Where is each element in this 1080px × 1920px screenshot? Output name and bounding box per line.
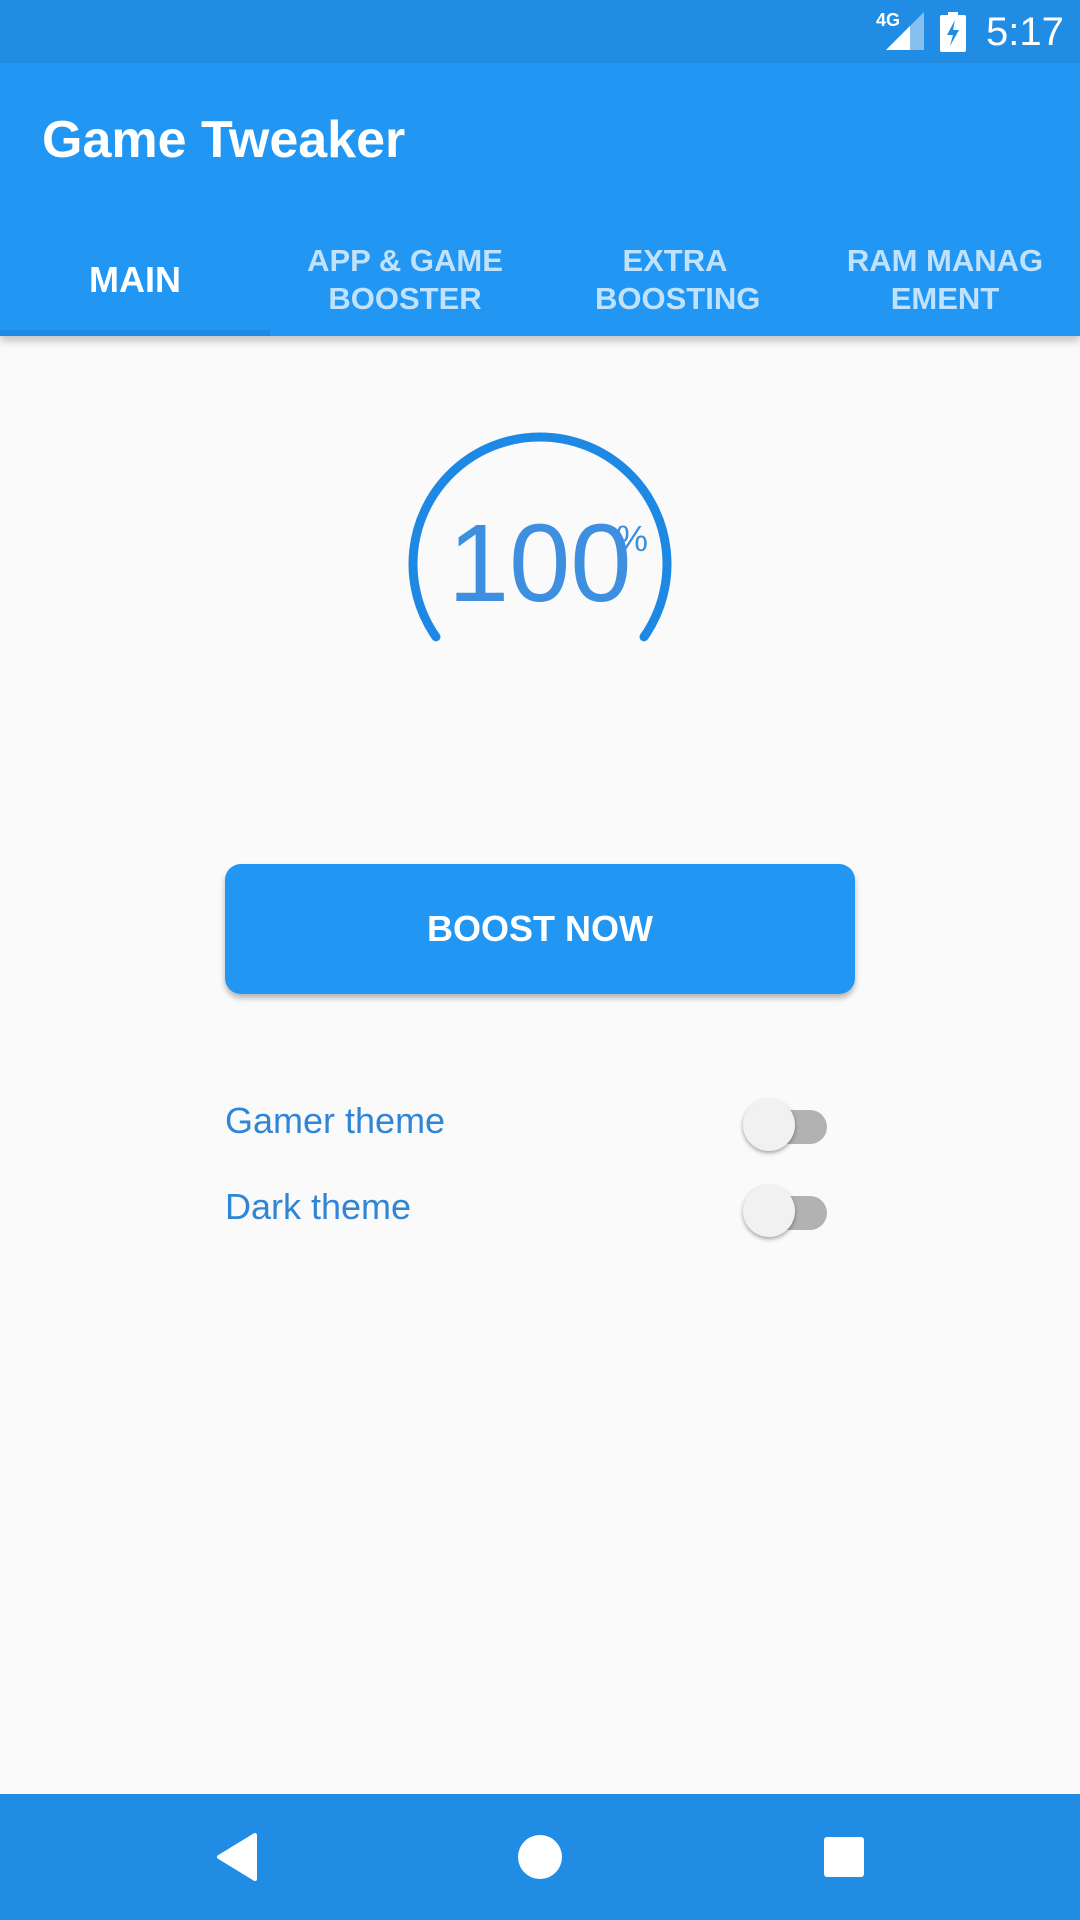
switch-thumb xyxy=(743,1185,795,1237)
tab-app-game-booster[interactable]: APP & GAME BOOSTER xyxy=(270,223,540,336)
app-bar: Game Tweaker MAIN APP & GAME BOOSTER EXT… xyxy=(0,63,1080,336)
signal-icon xyxy=(886,12,924,50)
app-title: Game Tweaker xyxy=(42,111,406,169)
boost-now-button[interactable]: BOOST NOW xyxy=(225,864,855,994)
gamer-theme-setting: Gamer theme xyxy=(225,1088,827,1158)
active-tab-indicator xyxy=(0,330,270,336)
battery-charging-icon xyxy=(940,12,966,52)
home-icon[interactable] xyxy=(510,1827,570,1887)
tab-ram-management[interactable]: RAM MANAG EMENT xyxy=(810,223,1080,336)
tab-bar: MAIN APP & GAME BOOSTER EXTRA BOOSTING R… xyxy=(0,223,1080,336)
tab-app-game-booster-label: APP & GAME BOOSTER xyxy=(307,242,503,316)
recents-icon[interactable] xyxy=(814,1827,874,1887)
clock: 5:17 xyxy=(986,10,1064,54)
tab-extra-boosting[interactable]: EXTRA BOOSTING xyxy=(540,223,810,336)
gamer-theme-switch[interactable] xyxy=(743,1096,827,1151)
back-icon[interactable] xyxy=(207,1827,267,1887)
tab-main[interactable]: MAIN xyxy=(0,223,270,336)
gauge-value: 100 xyxy=(448,502,632,625)
dark-theme-switch[interactable] xyxy=(743,1182,827,1237)
switch-thumb xyxy=(743,1099,795,1151)
tab-ram-management-label: RAM MANAG EMENT xyxy=(846,242,1044,316)
navigation-bar xyxy=(0,1794,1080,1920)
tab-extra-boosting-label: EXTRA BOOSTING xyxy=(595,242,761,316)
gauge-unit: % xyxy=(616,518,649,559)
dark-theme-label: Dark theme xyxy=(225,1186,412,1227)
dark-theme-setting: Dark theme xyxy=(225,1174,827,1244)
status-bar: 4G 5:17 xyxy=(0,0,1080,63)
tab-main-label: MAIN xyxy=(89,258,181,300)
main-content: 100 % BOOST NOW Gamer theme Dark theme xyxy=(0,336,1080,1794)
gamer-theme-label: Gamer theme xyxy=(225,1100,446,1141)
boost-now-label: BOOST NOW xyxy=(427,908,653,949)
